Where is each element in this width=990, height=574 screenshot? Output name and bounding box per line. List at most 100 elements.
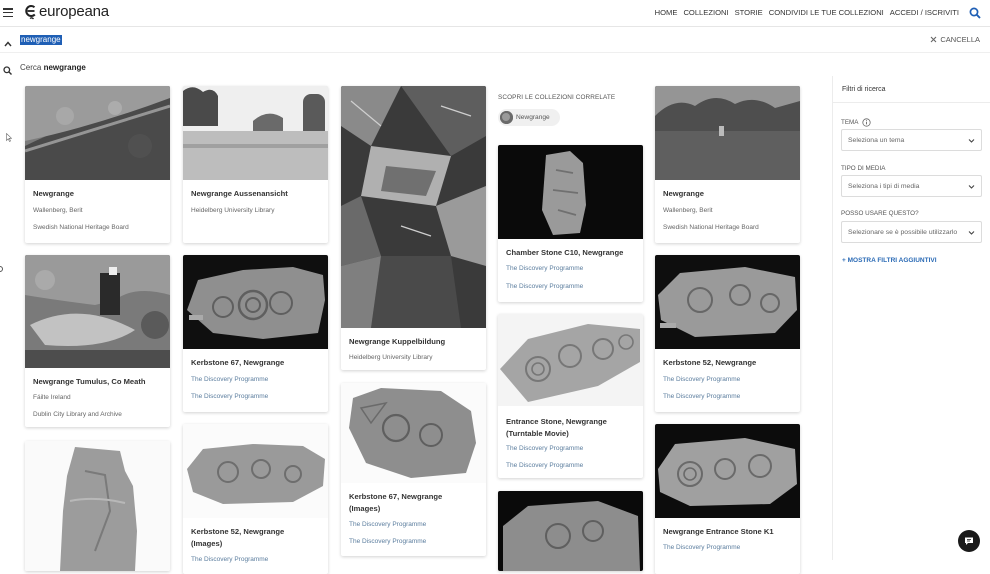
nav-stories[interactable]: STORIE — [735, 8, 763, 17]
result-card[interactable]: Chamber Stone C10, Newgrange The Discove… — [498, 145, 643, 302]
result-card[interactable]: Kerbstone 67, Newgrange (Images) The Dis… — [341, 383, 486, 556]
brand-name: europeana — [39, 3, 109, 20]
result-card[interactable]: Newgrange Wallenberg, Berit Swedish Nati… — [25, 86, 170, 243]
result-card[interactable] — [25, 441, 170, 571]
suggestion-prefix: Cerca — [20, 63, 42, 72]
result-provider: The Discovery Programme — [506, 283, 584, 290]
close-icon — [931, 36, 937, 43]
usage-select-value: Selezionare se è possibile utilizzarlo — [848, 229, 958, 236]
usage-filter-label: POSSO USARE QUESTO? — [841, 210, 919, 217]
chevron-down-icon — [968, 139, 975, 143]
chevron-down-icon — [968, 231, 975, 235]
result-title: Kerbstone 52, Newgrange (Images) — [191, 527, 285, 548]
suggestion-text: Cerca newgrange — [20, 63, 86, 72]
media-filter-label: TIPO DI MEDIA — [841, 165, 885, 172]
result-creator: The Discovery Programme — [663, 376, 741, 383]
media-type-select[interactable]: Seleziona i tipi di media — [841, 175, 982, 197]
chevron-down-icon — [968, 185, 975, 189]
result-thumbnail — [655, 86, 800, 180]
theme-select[interactable]: Seleziona un tema — [841, 129, 982, 151]
theme-filter-label: TEMA — [841, 118, 871, 127]
result-card[interactable]: Kerbstone 67, Newgrange The Discovery Pr… — [183, 255, 328, 412]
result-thumbnail — [25, 86, 170, 180]
menu-icon[interactable] — [3, 8, 13, 18]
result-creator: Fáilte Ireland — [33, 394, 71, 401]
result-card[interactable]: Kerbstone 52, Newgrange The Discovery Pr… — [655, 255, 800, 412]
usage-select[interactable]: Selezionare se è possibile utilizzarlo — [841, 221, 982, 243]
theme-select-value: Seleziona un tema — [848, 137, 905, 144]
result-creator: The Discovery Programme — [191, 376, 269, 383]
result-creator: Wallenberg, Berit — [663, 207, 713, 214]
europeana-logo-icon — [24, 3, 37, 20]
cancel-button[interactable]: CANCELLA — [930, 35, 980, 44]
result-provider: The Discovery Programme — [506, 462, 584, 469]
result-card[interactable]: Newgrange Tumulus, Co Meath Fáilte Irela… — [25, 255, 170, 427]
chat-icon — [965, 537, 973, 545]
search-input[interactable]: newgrange — [20, 35, 62, 45]
media-label-text: TIPO DI MEDIA — [841, 165, 886, 172]
result-provider: The Discovery Programme — [349, 538, 427, 545]
result-title: Kerbstone 67, Newgrange (Images) — [349, 492, 443, 513]
result-card[interactable]: Newgrange Kuppelbildung Heidelberg Unive… — [341, 86, 486, 370]
result-provider: Dublin City Library and Archive — [33, 411, 122, 418]
related-collections-heading: SCOPRI LE COLLEZIONI CORRELATE — [498, 94, 616, 101]
mouse-cursor-icon — [6, 129, 13, 142]
result-thumbnail — [498, 491, 643, 571]
scroll-left-icon[interactable] — [0, 266, 3, 272]
result-thumbnail — [655, 424, 800, 518]
result-thumbnail — [655, 255, 800, 349]
nav-login[interactable]: ACCEDI / ISCRIVITI — [890, 8, 959, 17]
top-header: europeana HOME COLLEZIONI STORIE CONDIVI… — [0, 0, 990, 27]
result-title: Newgrange Aussenansicht — [191, 189, 288, 198]
related-collection-chip[interactable]: Newgrange — [498, 109, 560, 126]
filters-heading: Filtri di ricerca — [842, 86, 886, 93]
result-creator: The Discovery Programme — [506, 265, 584, 272]
result-provider: Heidelberg University Library — [191, 207, 275, 214]
search-query-bar: newgrange CANCELLA — [0, 27, 990, 53]
search-icon — [3, 62, 12, 75]
result-title: Newgrange — [33, 189, 74, 198]
result-thumbnail — [498, 314, 643, 406]
result-thumbnail — [25, 441, 170, 571]
result-creator: The Discovery Programme — [506, 445, 584, 452]
nav-home[interactable]: HOME — [655, 8, 678, 17]
result-card[interactable]: Newgrange Entrance Stone K1 The Discover… — [655, 424, 800, 574]
theme-label-text: TEMA — [841, 119, 859, 126]
info-icon[interactable] — [861, 118, 871, 127]
result-title: Kerbstone 67, Newgrange — [191, 358, 285, 367]
search-icon[interactable] — [969, 6, 981, 19]
result-provider: Swedish National Heritage Board — [663, 224, 759, 231]
collection-avatar — [500, 111, 513, 124]
result-thumbnail — [341, 86, 486, 328]
result-thumbnail — [341, 383, 486, 483]
result-card[interactable]: Entrance Stone, Newgrange (Turntable Mov… — [498, 314, 643, 478]
result-creator: The Discovery Programme — [663, 544, 741, 551]
result-card[interactable] — [498, 491, 643, 571]
chevron-up-icon[interactable] — [4, 35, 12, 47]
result-thumbnail — [183, 86, 328, 180]
show-more-filters-button[interactable]: + MOSTRA FILTRI AGGIUNTIVI — [842, 257, 937, 264]
result-card[interactable]: Newgrange Wallenberg, Berit Swedish Nati… — [655, 86, 800, 243]
result-card[interactable]: Newgrange Aussenansicht Heidelberg Unive… — [183, 86, 328, 243]
result-provider: Swedish National Heritage Board — [33, 224, 129, 231]
search-filters-panel: Filtri di ricerca TEMA Seleziona un tema… — [832, 76, 990, 560]
result-provider: The Discovery Programme — [663, 393, 741, 400]
result-title: Newgrange Entrance Stone K1 — [663, 527, 774, 536]
result-title: Newgrange Tumulus, Co Meath — [33, 377, 146, 386]
result-thumbnail — [25, 255, 170, 368]
result-thumbnail — [183, 424, 328, 518]
suggestion-term: newgrange — [43, 63, 86, 72]
nav-collections[interactable]: COLLEZIONI — [683, 8, 728, 17]
result-creator: Wallenberg, Berit — [33, 207, 83, 214]
result-title: Newgrange — [663, 189, 704, 198]
result-provider: The Discovery Programme — [191, 393, 269, 400]
result-card[interactable]: Kerbstone 52, Newgrange (Images) The Dis… — [183, 424, 328, 574]
nav-share-collections[interactable]: CONDIVIDI LE TUE COLLEZIONI — [769, 8, 884, 17]
media-select-value: Seleziona i tipi di media — [848, 183, 920, 190]
main-nav: HOME COLLEZIONI STORIE CONDIVIDI LE TUE … — [655, 8, 959, 17]
europeana-logo[interactable]: europeana — [24, 3, 109, 20]
result-thumbnail — [498, 145, 643, 239]
result-title: Chamber Stone C10, Newgrange — [506, 248, 624, 257]
result-title: Entrance Stone, Newgrange (Turntable Mov… — [506, 417, 607, 438]
chat-button[interactable] — [958, 530, 980, 552]
